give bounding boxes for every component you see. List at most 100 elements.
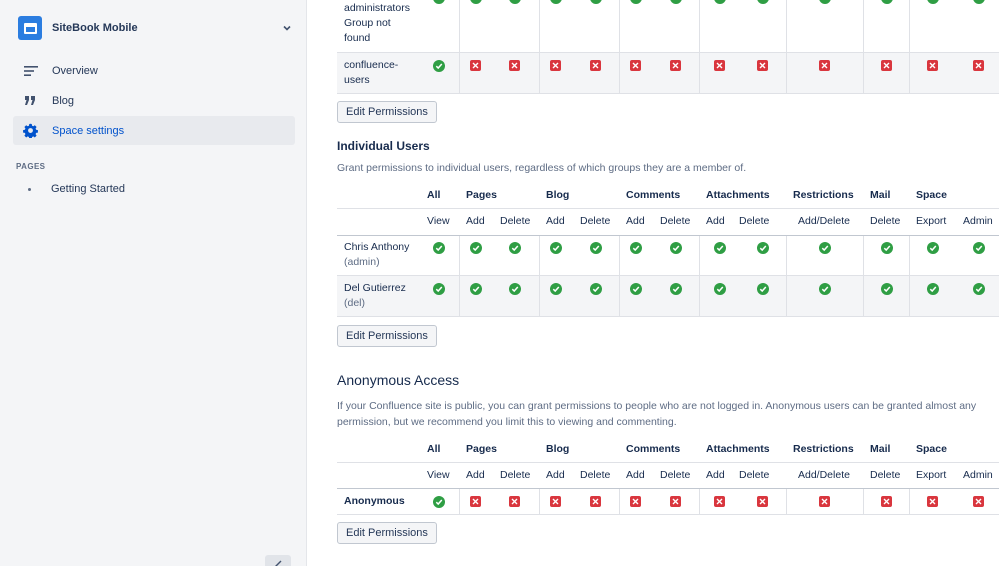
column-sub-header: Export <box>916 215 947 227</box>
table-row <box>337 0 999 52</box>
sidebar-collapse-handle[interactable] <box>265 555 291 566</box>
sidebar-item-label: Overview <box>52 64 98 77</box>
column-group-header: Space <box>916 443 947 455</box>
column-sub-header: Add <box>706 469 725 481</box>
permission-granted-icon <box>714 242 726 254</box>
column-sub-header: Add <box>626 215 645 227</box>
column-group-header: Attachments <box>706 189 770 201</box>
column-group-header: Comments <box>626 189 681 201</box>
permission-denied-icon <box>819 496 830 507</box>
column-sub-header: View <box>427 469 450 481</box>
column-sub-header: Add/Delete <box>798 469 850 481</box>
permission-granted-icon <box>881 283 893 295</box>
anonymous-row-label: Anonymous <box>344 495 405 507</box>
space-header[interactable]: SiteBook Mobile <box>18 16 293 40</box>
permission-denied-icon <box>630 60 641 71</box>
permission-denied-icon <box>590 496 601 507</box>
column-group-header: Space <box>916 189 947 201</box>
permission-granted-icon <box>973 283 985 295</box>
permission-denied-icon <box>927 496 938 507</box>
permission-denied-icon <box>757 496 768 507</box>
permission-denied-icon <box>927 60 938 71</box>
column-group-header: Mail <box>870 443 891 455</box>
column-sub-header: Add <box>706 215 725 227</box>
column-group-header: Blog <box>546 443 570 455</box>
permission-granted-icon <box>433 60 445 72</box>
page-tree-item[interactable]: Getting Started <box>28 183 125 195</box>
edit-permissions-button[interactable]: Edit Permissions <box>337 325 437 347</box>
bullet-icon <box>28 187 31 191</box>
permission-denied-icon <box>819 60 830 71</box>
quote-icon <box>22 92 39 109</box>
permission-granted-icon <box>670 242 682 254</box>
pencil-icon <box>275 560 282 566</box>
permission-granted-icon <box>590 283 602 295</box>
group-name-confluence-users: confluence- users <box>344 59 399 86</box>
gear-icon <box>22 122 39 139</box>
sidebar-item-blog[interactable]: Blog <box>13 86 295 115</box>
permission-denied-icon <box>973 496 984 507</box>
permission-denied-icon <box>550 496 561 507</box>
permission-denied-icon <box>590 60 601 71</box>
permission-granted-icon <box>590 242 602 254</box>
user-cell-del-gutierrez: Del Gutierrez (del) <box>344 282 406 309</box>
column-sub-header: Add <box>626 469 645 481</box>
permission-denied-icon <box>670 60 681 71</box>
main-content: Edit Permissions Individual Users Grant … <box>307 0 999 566</box>
permission-denied-icon <box>757 60 768 71</box>
column-sub-header: Admin <box>963 215 993 227</box>
permission-granted-icon <box>550 283 562 295</box>
column-sub-header: Delete <box>580 215 611 227</box>
edit-permissions-button[interactable]: Edit Permissions <box>337 101 437 123</box>
column-sub-header: Delete <box>739 469 770 481</box>
permission-granted-icon <box>433 496 445 508</box>
individual-users-title: Individual Users <box>337 139 430 153</box>
sidebar-item-label: Space settings <box>52 124 125 137</box>
permission-denied-icon <box>714 60 725 71</box>
permission-denied-icon <box>670 496 681 507</box>
space-logo-icon <box>18 16 42 40</box>
permission-denied-icon <box>509 496 520 507</box>
table-row <box>337 53 999 93</box>
permission-granted-icon <box>433 242 445 254</box>
pages-section-title: PAGES <box>16 162 46 171</box>
sidebar: SiteBook Mobile Overview Blog Space sett… <box>0 0 307 566</box>
column-sub-header: Add <box>546 215 565 227</box>
column-sub-header: Delete <box>500 215 531 227</box>
permission-granted-icon <box>630 242 642 254</box>
anonymous-access-description: If your Confluence site is public, you c… <box>337 400 977 428</box>
permission-denied-icon <box>470 496 481 507</box>
permission-granted-icon <box>550 242 562 254</box>
column-group-header: Restrictions <box>793 189 854 201</box>
column-sub-header: Add/Delete <box>798 215 850 227</box>
permission-granted-icon <box>757 283 769 295</box>
permission-denied-icon <box>550 60 561 71</box>
sidebar-item-space-settings[interactable]: Space settings <box>13 116 295 145</box>
column-sub-header: Delete <box>500 469 531 481</box>
permission-granted-icon <box>630 283 642 295</box>
edit-permissions-button[interactable]: Edit Permissions <box>337 522 437 544</box>
sidebar-item-label: Blog <box>52 94 75 107</box>
permission-granted-icon <box>881 242 893 254</box>
permission-denied-icon <box>973 60 984 71</box>
column-group-header: Pages <box>466 443 497 455</box>
column-group-header: Attachments <box>706 443 770 455</box>
column-group-header: Blog <box>546 189 570 201</box>
individual-users-description: Grant permissions to individual users, r… <box>337 162 747 174</box>
column-sub-header: Add <box>546 469 565 481</box>
permission-granted-icon <box>509 283 521 295</box>
column-sub-header: Delete <box>580 469 611 481</box>
page-tree-label: Getting Started <box>51 183 125 195</box>
sidebar-item-overview[interactable]: Overview <box>13 56 295 85</box>
chevron-down-icon[interactable] <box>281 22 293 34</box>
column-sub-header: Delete <box>870 215 901 227</box>
permission-granted-icon <box>714 283 726 295</box>
column-group-header: Mail <box>870 189 891 201</box>
permission-granted-icon <box>433 283 445 295</box>
permission-granted-icon <box>757 242 769 254</box>
column-sub-header: Delete <box>870 469 901 481</box>
permission-granted-icon <box>819 242 831 254</box>
permission-denied-icon <box>881 496 892 507</box>
permission-granted-icon <box>670 283 682 295</box>
column-sub-header: Add <box>466 215 485 227</box>
